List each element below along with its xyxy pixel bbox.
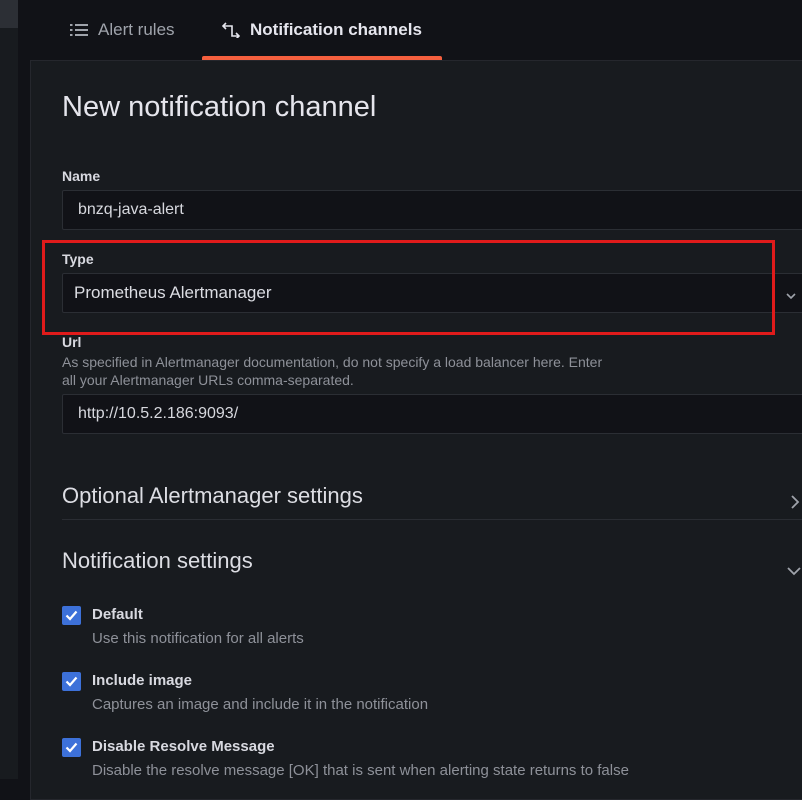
section-divider [62,519,802,520]
tab-alert-rules[interactable]: Alert rules [70,0,175,60]
check-icon [65,742,78,753]
section-notification-label: Notification settings [62,548,253,573]
tab-bar: Alert rules Notification channels [30,0,802,60]
tab-notification-channels[interactable]: Notification channels [202,0,442,60]
default-description: Use this notification for all alerts [92,630,304,647]
tab-alert-rules-label: Alert rules [98,20,175,39]
left-rail-strip [0,0,18,28]
name-input[interactable]: bnzq-java-alert [62,190,802,230]
disable-resolve-label: Disable Resolve Message [92,738,275,755]
chevron-right-icon [789,489,801,515]
url-description-line2: all your Alertmanager URLs comma-separat… [62,372,354,388]
type-select[interactable]: Prometheus Alertmanager [62,273,802,313]
section-notification-settings[interactable]: Notification settings [62,536,802,586]
list-icon [70,23,88,37]
check-icon [65,676,78,687]
default-label: Default [92,606,143,623]
url-label: Url [62,334,82,350]
type-label: Type [62,251,94,267]
tab-notification-channels-label: Notification channels [250,20,422,39]
page-title: New notification channel [62,91,377,123]
left-rail [0,0,18,779]
chevron-down-icon [787,556,801,582]
include-image-label: Include image [92,672,193,689]
share-icon [222,22,240,38]
section-optional-label: Optional Alertmanager settings [62,483,363,508]
chevron-down-icon [785,287,797,307]
check-icon [65,610,78,621]
include-image-checkbox[interactable] [62,672,81,691]
disable-resolve-description: Disable the resolve message [OK] that is… [92,762,629,779]
section-optional-alertmanager-settings[interactable]: Optional Alertmanager settings [62,471,802,521]
disable-resolve-checkbox[interactable] [62,738,81,757]
default-checkbox[interactable] [62,606,81,625]
name-input-value: bnzq-java-alert [78,201,184,218]
url-input-value: http://10.5.2.186:9093/ [78,405,239,422]
include-image-description: Captures an image and include it in the … [92,696,429,713]
name-label: Name [62,168,101,184]
type-select-value: Prometheus Alertmanager [74,283,272,302]
main-panel: New notification channel Name bnzq-java-… [30,60,802,800]
url-description-line1: As specified in Alertmanager documentati… [62,354,603,370]
url-input[interactable]: http://10.5.2.186:9093/ [62,394,802,434]
